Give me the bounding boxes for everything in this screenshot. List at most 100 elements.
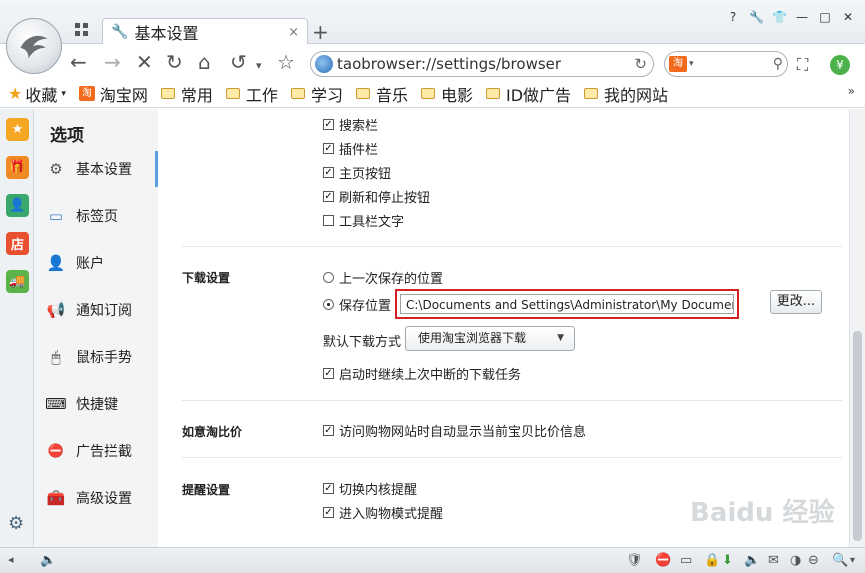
zoom-icon[interactable]: 🔍 xyxy=(832,553,848,568)
settings-gear-icon[interactable]: ⚙ xyxy=(8,513,24,534)
menu-item-advanced[interactable]: 🧰 高级设置 xyxy=(34,480,158,516)
stop-button[interactable]: ✕ xyxy=(136,52,153,72)
option-label: 保存位置 xyxy=(339,299,392,314)
undo-close-button[interactable]: ↺ xyxy=(230,52,247,72)
checkbox[interactable]: ✓ xyxy=(323,167,334,178)
checkbox[interactable]: ✓ xyxy=(323,425,334,436)
checkbox[interactable]: ✓ xyxy=(323,119,334,130)
taobrowser-logo[interactable] xyxy=(6,18,62,74)
bookmark-folder-music[interactable]: 音乐 xyxy=(355,82,408,106)
menu-item-notifications[interactable]: 📢 通知订阅 xyxy=(34,292,158,328)
option-kernel-switch-reminder[interactable]: ✓ 切换内核提醒 xyxy=(323,479,417,498)
maximize-button[interactable]: □ xyxy=(818,10,832,24)
menu-item-label: 高级设置 xyxy=(76,491,132,507)
checkbox[interactable]: ✓ xyxy=(323,191,334,202)
checkbox[interactable]: ✓ xyxy=(323,507,334,518)
shop-app-icon[interactable]: 店 xyxy=(6,232,29,255)
checkbox[interactable]: ✓ xyxy=(323,483,334,494)
change-path-button[interactable]: 更改... xyxy=(770,290,822,314)
default-download-select[interactable]: 使用淘宝浏览器下载 ▼ xyxy=(405,326,575,351)
option-toolbar-text[interactable]: 工具栏文字 xyxy=(323,211,404,230)
default-download-label: 默认下载方式 xyxy=(323,335,402,350)
option-shopping-mode-reminder[interactable]: ✓ 进入购物模式提醒 xyxy=(323,503,443,522)
checkbox[interactable] xyxy=(323,215,334,226)
option-refresh-stop[interactable]: ✓ 刷新和停止按钮 xyxy=(323,187,430,206)
mouse-icon: 🖱 xyxy=(51,348,61,366)
option-search-bar[interactable]: ✓ 搜索栏 xyxy=(323,115,378,134)
options-title: 选项 xyxy=(50,126,84,146)
window-icon[interactable]: ▭ xyxy=(680,553,692,568)
shield-icon[interactable]: 🛡 xyxy=(626,553,643,568)
volume-icon[interactable]: 🔈 xyxy=(744,553,760,568)
close-window-button[interactable]: ✕ xyxy=(841,10,855,24)
menu-item-account[interactable]: 👤 账户 xyxy=(34,245,158,281)
taobao-search-engine-icon[interactable]: 淘 xyxy=(669,56,687,72)
night-mode-icon[interactable]: ◑ xyxy=(790,553,801,568)
mail-icon[interactable]: ✉ xyxy=(768,553,779,568)
favorites-menu[interactable]: ★ 收藏 ▾ xyxy=(8,82,66,106)
search-icon[interactable]: ⚲ xyxy=(773,56,783,72)
screenshot-icon[interactable]: ⛶ xyxy=(797,55,808,75)
checkbox[interactable]: ✓ xyxy=(323,143,334,154)
bookmark-folder-movie[interactable]: 电影 xyxy=(420,82,473,106)
gift-app-icon[interactable]: 🎁 xyxy=(6,156,29,179)
undo-dropdown-icon[interactable]: ▾ xyxy=(256,56,262,76)
minimize-button[interactable]: — xyxy=(795,10,809,24)
address-bar[interactable]: taobrowser://settings/browser ↻ xyxy=(310,51,654,77)
cart-app-icon[interactable]: 🚚 xyxy=(6,270,29,293)
tab-grid-icon[interactable] xyxy=(74,22,90,38)
vertical-scrollbar[interactable] xyxy=(849,109,865,547)
search-engine-caret-icon[interactable]: ▾ xyxy=(689,59,694,69)
tab-settings[interactable]: 🔧 基本设置 × xyxy=(102,18,308,45)
skin-icon[interactable]: 👕 xyxy=(772,10,787,24)
bookmarks-more-icon[interactable]: » xyxy=(848,84,855,98)
help-icon[interactable]: ? xyxy=(726,10,740,24)
bookmark-folder-study[interactable]: 学习 xyxy=(290,82,343,106)
new-tab-button[interactable]: + xyxy=(312,20,329,44)
home-button[interactable]: ⌂ xyxy=(198,52,211,72)
window-controls: ? 🔧 👕 — □ ✕ xyxy=(726,10,855,24)
bookmark-folder-ads[interactable]: ID做广告 xyxy=(485,82,571,106)
option-price-compare[interactable]: ✓ 访问购物网站时自动显示当前宝贝比价信息 xyxy=(323,421,586,440)
radio-last-location[interactable]: 上一次保存的位置 xyxy=(323,268,443,287)
address-reload-icon[interactable]: ↻ xyxy=(634,55,647,73)
menu-item-ad-block[interactable]: ⛔ 广告拦截 xyxy=(34,433,158,469)
menu-item-shortcuts[interactable]: ⌨ 快捷键 xyxy=(34,386,158,422)
bookmark-star-icon[interactable]: ☆ xyxy=(277,52,295,72)
scrollbar-thumb[interactable] xyxy=(853,331,862,541)
search-box[interactable]: 淘 ▾ ⚲ xyxy=(664,51,788,77)
contacts-app-icon[interactable]: 👤 xyxy=(6,194,29,217)
bookmark-folder-work[interactable]: 工作 xyxy=(225,82,278,106)
option-home-button[interactable]: ✓ 主页按钮 xyxy=(323,163,391,182)
radio-button-selected[interactable] xyxy=(323,299,334,310)
yen-icon[interactable]: ¥ xyxy=(830,55,850,75)
save-path-field[interactable]: C:\Documents and Settings\Administrator\… xyxy=(400,294,734,314)
zoom-out-icon[interactable]: ⊖ xyxy=(808,553,819,568)
option-resume-downloads[interactable]: ✓ 启动时继续上次中断的下载任务 xyxy=(323,364,521,383)
bookmark-taobao[interactable]: 淘 淘宝网 xyxy=(78,82,148,106)
back-button[interactable]: ← xyxy=(70,52,87,72)
bookmark-folder-changyong[interactable]: 常用 xyxy=(160,82,213,106)
tools-icon[interactable]: 🔧 xyxy=(749,10,764,24)
refresh-button[interactable]: ↻ xyxy=(166,52,183,72)
radio-save-location[interactable]: 保存位置 xyxy=(323,295,391,314)
option-plugin-bar[interactable]: ✓ 插件栏 xyxy=(323,139,378,158)
download-icon[interactable]: ⬇ xyxy=(722,553,733,568)
zoom-dropdown-icon[interactable]: ▾ xyxy=(850,555,855,566)
tab-close-icon[interactable]: × xyxy=(288,25,299,40)
speaker-icon[interactable]: 🔈 xyxy=(40,553,56,568)
forward-button[interactable]: → xyxy=(104,52,121,72)
folder-icon xyxy=(290,88,305,99)
sidebar-toggle-icon[interactable]: ◂ xyxy=(8,553,14,566)
url-text[interactable]: taobrowser://settings/browser xyxy=(337,55,634,73)
menu-item-tabs[interactable]: ▭ 标签页 xyxy=(34,198,158,234)
block-popup-icon[interactable]: ⛔ xyxy=(655,553,671,568)
star-app-icon[interactable]: ★ xyxy=(6,118,29,141)
radio-button[interactable] xyxy=(323,272,334,283)
folder-icon xyxy=(584,88,599,99)
menu-item-basic-settings[interactable]: ⚙ 基本设置 xyxy=(34,151,158,187)
menu-item-mouse-gestures[interactable]: 🖱 鼠标手势 xyxy=(34,339,158,375)
bookmark-folder-mysite[interactable]: 我的网站 xyxy=(584,82,668,106)
lock-icon[interactable]: 🔒 xyxy=(704,553,720,568)
checkbox[interactable]: ✓ xyxy=(323,368,334,379)
